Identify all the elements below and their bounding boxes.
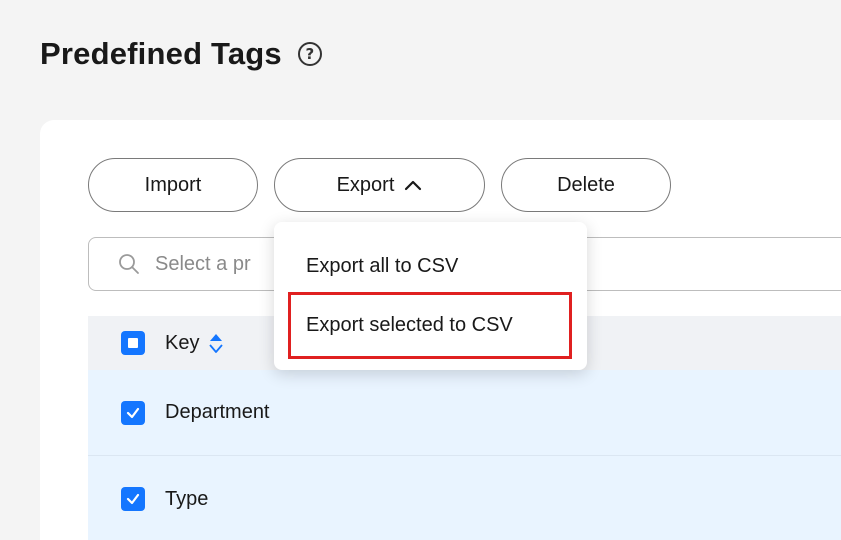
table-row[interactable]: Type <box>88 456 841 540</box>
question-circle-icon[interactable]: ? <box>297 42 322 66</box>
delete-button[interactable]: Delete <box>501 158 671 212</box>
table-row[interactable]: Department <box>88 370 841 456</box>
import-button-label: Import <box>144 173 202 196</box>
menu-item-label: Export all to CSV <box>306 254 459 277</box>
sort-icon[interactable] <box>209 331 224 355</box>
search-icon <box>119 254 139 274</box>
page-header: Predefined Tags ? <box>40 36 322 72</box>
search-placeholder: Select a pr <box>155 252 251 275</box>
row-checkbox[interactable] <box>121 400 145 425</box>
chevron-up-icon <box>405 180 422 191</box>
export-button[interactable]: Export <box>274 158 485 212</box>
menu-item-label: Export selected to CSV <box>306 313 513 336</box>
column-header-key: Key <box>165 331 200 354</box>
delete-button-label: Delete <box>557 173 615 196</box>
row-checkbox[interactable] <box>121 487 145 511</box>
check-icon <box>126 407 140 418</box>
partial-check-icon <box>128 338 138 348</box>
cell-key: Department <box>165 401 270 423</box>
check-icon <box>126 493 140 505</box>
page-title: Predefined Tags <box>40 36 282 71</box>
select-all-checkbox[interactable] <box>121 331 145 355</box>
export-button-label: Export <box>336 173 395 196</box>
menu-item-export-selected-csv[interactable]: Export selected to CSV <box>274 298 587 352</box>
import-button[interactable]: Import <box>88 158 258 212</box>
menu-item-export-all-csv[interactable]: Export all to CSV <box>274 239 587 293</box>
export-dropdown-menu: Export all to CSV Export selected to CSV <box>274 222 587 370</box>
page: Predefined Tags ? Import Export Delete S… <box>0 0 841 540</box>
cell-key: Type <box>165 487 209 510</box>
